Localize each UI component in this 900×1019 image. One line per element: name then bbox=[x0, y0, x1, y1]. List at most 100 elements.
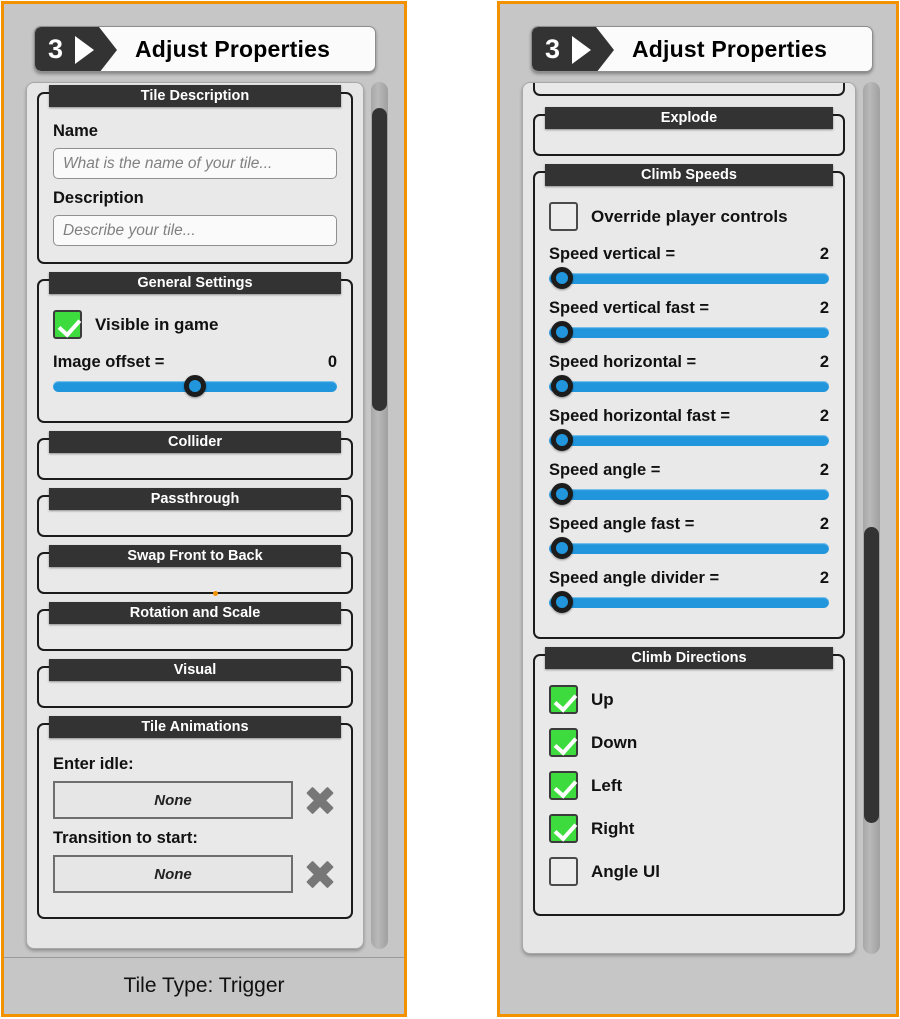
slider-knob[interactable] bbox=[550, 375, 573, 397]
section-header-explode[interactable]: Explode bbox=[545, 107, 833, 129]
right-properties-panel: 3 Adjust Properties Explode Climb Speeds… bbox=[497, 1, 899, 1017]
slider-track bbox=[549, 435, 829, 446]
section-header-tile-description[interactable]: Tile Description bbox=[49, 85, 341, 107]
section-partial-above-explode[interactable] bbox=[533, 83, 845, 96]
speed-horizontal-fast-slider[interactable] bbox=[549, 429, 829, 451]
slider-track bbox=[549, 273, 829, 284]
climb-up-row[interactable]: Up bbox=[549, 685, 829, 714]
speed-angle-row: Speed angle = 2 bbox=[549, 461, 829, 505]
transition-to-start-dropdown[interactable]: None bbox=[53, 855, 293, 893]
speed-vertical-fast-slider[interactable] bbox=[549, 321, 829, 343]
slider-knob[interactable] bbox=[550, 483, 573, 505]
page-title-right: Adjust Properties bbox=[632, 35, 828, 62]
speed-vertical-fast-label: Speed vertical fast = bbox=[549, 299, 710, 317]
section-passthrough[interactable]: Passthrough bbox=[37, 488, 353, 537]
speed-angle-divider-label: Speed angle divider = bbox=[549, 569, 720, 587]
section-tile-animations: Tile Animations Enter idle: None Transit… bbox=[37, 716, 353, 919]
tile-type-status: Tile Type: Trigger bbox=[4, 957, 404, 1014]
x-icon-enter-idle[interactable] bbox=[303, 783, 337, 817]
climb-right-checkbox[interactable] bbox=[549, 814, 578, 843]
slider-track bbox=[549, 597, 829, 608]
slider-track bbox=[549, 381, 829, 392]
page-title: Adjust Properties bbox=[135, 35, 331, 62]
climb-up-label: Up bbox=[591, 689, 614, 709]
section-header-collider[interactable]: Collider bbox=[49, 431, 341, 453]
speed-horizontal-slider[interactable] bbox=[549, 375, 829, 397]
section-header-visual[interactable]: Visual bbox=[49, 659, 341, 681]
right-scroll-view[interactable]: Explode Climb Speeds Override player con… bbox=[522, 82, 856, 954]
climb-left-row[interactable]: Left bbox=[549, 771, 829, 800]
climb-angle-ul-checkbox[interactable] bbox=[549, 857, 578, 886]
enter-idle-dropdown[interactable]: None bbox=[53, 781, 293, 819]
visible-in-game-row[interactable]: Visible in game bbox=[53, 310, 337, 339]
section-climb-directions: Climb Directions Up Down Left Right Angl… bbox=[533, 647, 845, 916]
climb-down-row[interactable]: Down bbox=[549, 728, 829, 757]
right-panel-bottom-space bbox=[500, 954, 896, 1014]
right-scrollbar[interactable] bbox=[863, 82, 880, 954]
climb-angle-ul-row[interactable]: Angle Ul bbox=[549, 857, 829, 886]
slider-knob[interactable] bbox=[550, 429, 573, 451]
speed-horizontal-value: 2 bbox=[819, 353, 829, 371]
speed-angle-head: Speed angle = 2 bbox=[549, 461, 829, 480]
climb-right-row[interactable]: Right bbox=[549, 814, 829, 843]
section-collider[interactable]: Collider bbox=[37, 431, 353, 480]
section-header-tile-animations[interactable]: Tile Animations bbox=[49, 716, 341, 738]
right-scrollbar-thumb[interactable] bbox=[864, 526, 879, 824]
name-input[interactable]: What is the name of your tile... bbox=[53, 148, 337, 179]
section-general-settings: General Settings Visible in game Image o… bbox=[37, 272, 353, 423]
climb-up-checkbox[interactable] bbox=[549, 685, 578, 714]
slider-track bbox=[549, 327, 829, 338]
override-player-controls-row[interactable]: Override player controls bbox=[549, 202, 829, 231]
speed-angle-fast-row: Speed angle fast = 2 bbox=[549, 515, 829, 559]
speed-angle-slider[interactable] bbox=[549, 483, 829, 505]
climb-down-checkbox[interactable] bbox=[549, 728, 578, 757]
slider-knob[interactable] bbox=[550, 321, 573, 343]
section-header-general-settings[interactable]: General Settings bbox=[49, 272, 341, 294]
left-step-header: 3 Adjust Properties bbox=[34, 26, 376, 72]
left-properties-panel: 3 Adjust Properties Tile Description Nam… bbox=[1, 1, 407, 1017]
speed-angle-divider-slider[interactable] bbox=[549, 591, 829, 613]
section-explode[interactable]: Explode bbox=[533, 107, 845, 156]
speed-angle-value: 2 bbox=[819, 461, 829, 479]
image-offset-value: 0 bbox=[327, 353, 337, 371]
speed-horizontal-fast-value: 2 bbox=[819, 407, 829, 425]
left-scrollbar[interactable] bbox=[371, 82, 388, 949]
image-offset-label: Image offset = bbox=[53, 353, 165, 371]
left-scroll-view[interactable]: Tile Description Name What is the name o… bbox=[26, 82, 364, 949]
speed-horizontal-label: Speed horizontal = bbox=[549, 353, 697, 371]
section-header-swap-front-to-back[interactable]: Swap Front to Back bbox=[49, 545, 341, 567]
section-header-climb-directions[interactable]: Climb Directions bbox=[545, 647, 833, 669]
speed-vertical-label: Speed vertical = bbox=[549, 245, 676, 263]
slider-knob[interactable] bbox=[184, 375, 206, 397]
climb-angle-ul-label: Angle Ul bbox=[591, 861, 660, 881]
image-offset-slider[interactable] bbox=[53, 375, 337, 397]
speed-vertical-slider[interactable] bbox=[549, 267, 829, 289]
speed-angle-fast-value: 2 bbox=[819, 515, 829, 533]
climb-left-label: Left bbox=[591, 775, 623, 795]
right-body: Explode Climb Speeds Override player con… bbox=[522, 82, 880, 954]
speed-angle-fast-slider[interactable] bbox=[549, 537, 829, 559]
section-header-rotation-and-scale[interactable]: Rotation and Scale bbox=[49, 602, 341, 624]
slider-knob[interactable] bbox=[550, 537, 573, 559]
visible-in-game-checkbox[interactable] bbox=[53, 310, 82, 339]
climb-left-checkbox[interactable] bbox=[549, 771, 578, 800]
description-input[interactable]: Describe your tile... bbox=[53, 215, 337, 246]
left-scrollbar-thumb[interactable] bbox=[372, 108, 387, 412]
section-swap-front-to-back[interactable]: Swap Front to Back bbox=[37, 545, 353, 594]
slider-knob[interactable] bbox=[550, 267, 573, 289]
speed-vertical-fast-head: Speed vertical fast = 2 bbox=[549, 299, 829, 318]
x-icon-transition-to-start[interactable] bbox=[303, 857, 337, 891]
climb-right-label: Right bbox=[591, 818, 635, 838]
transition-to-start-label: Transition to start: bbox=[53, 829, 198, 847]
slider-knob[interactable] bbox=[550, 591, 573, 613]
section-header-passthrough[interactable]: Passthrough bbox=[49, 488, 341, 510]
section-header-climb-speeds[interactable]: Climb Speeds bbox=[545, 164, 833, 186]
section-climb-speeds: Climb Speeds Override player controls Sp… bbox=[533, 164, 845, 639]
visible-in-game-label: Visible in game bbox=[95, 314, 219, 334]
section-rotation-and-scale[interactable]: Rotation and Scale bbox=[37, 602, 353, 651]
speed-vertical-fast-value: 2 bbox=[819, 299, 829, 317]
override-player-controls-checkbox[interactable] bbox=[549, 202, 578, 231]
speed-horizontal-row: Speed horizontal = 2 bbox=[549, 353, 829, 397]
speed-vertical-fast-row: Speed vertical fast = 2 bbox=[549, 299, 829, 343]
section-visual[interactable]: Visual bbox=[37, 659, 353, 708]
